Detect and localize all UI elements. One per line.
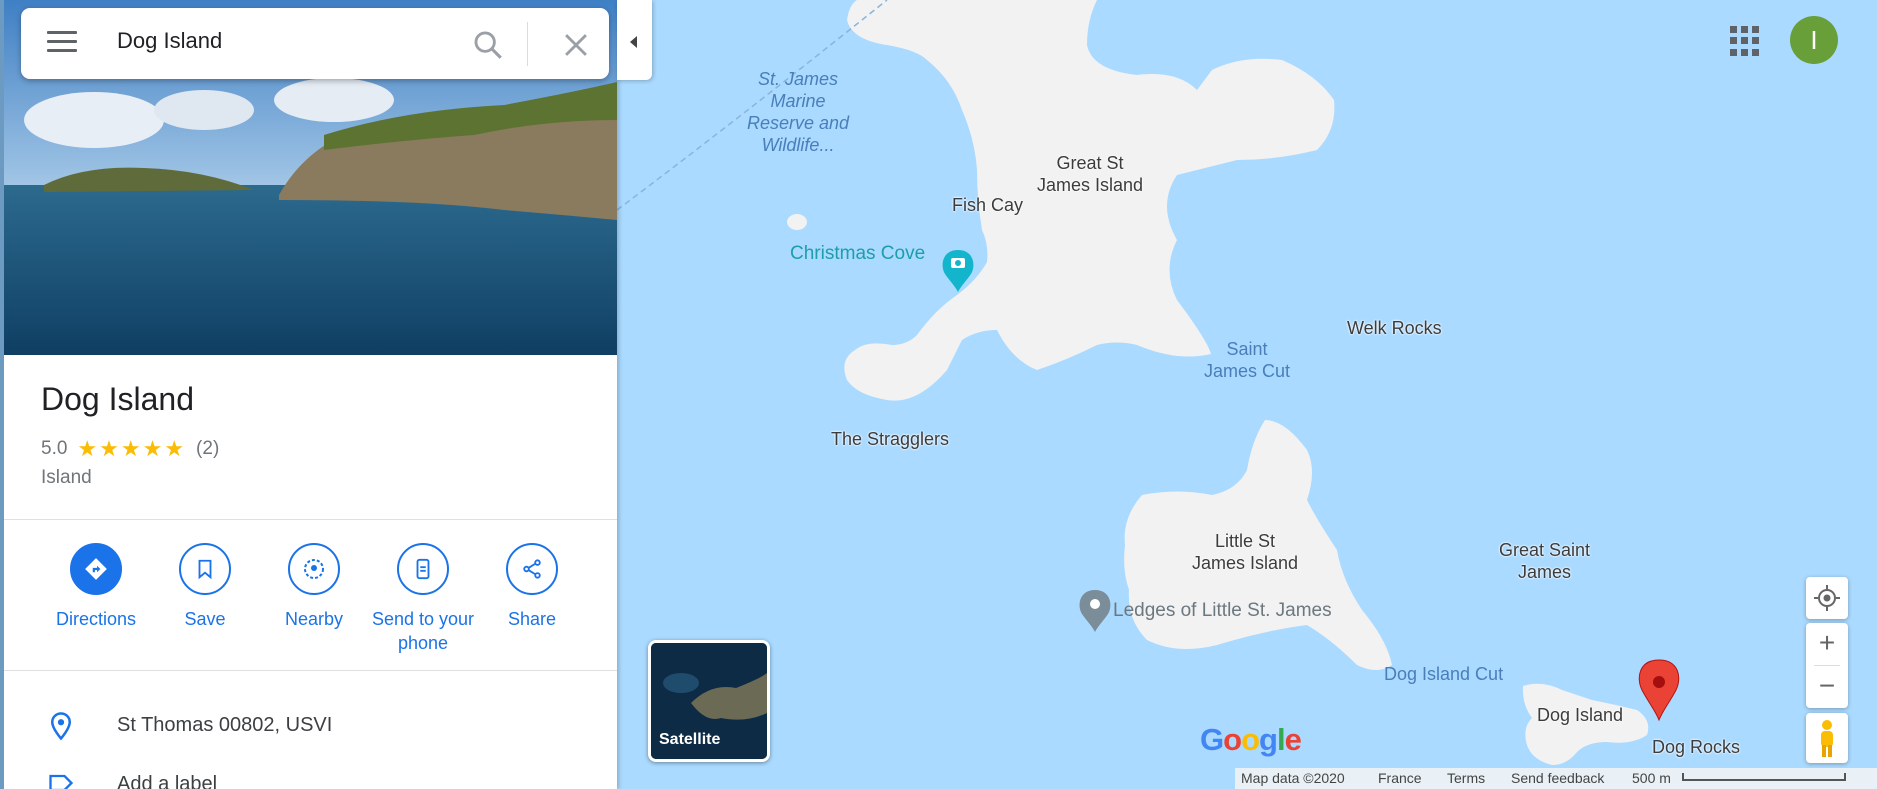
zoom-control: + − bbox=[1806, 623, 1848, 708]
zoom-out-button[interactable]: − bbox=[1806, 666, 1848, 708]
map-label-christmas-cove[interactable]: Christmas Cove bbox=[790, 243, 925, 265]
map-data-text: Map data ©2020 bbox=[1241, 770, 1345, 786]
dog-island-pin-icon[interactable] bbox=[1638, 659, 1680, 722]
search-input[interactable]: Dog Island bbox=[117, 28, 222, 54]
send-feedback-link[interactable]: Send feedback bbox=[1511, 770, 1604, 786]
fish-cay-shape bbox=[787, 214, 807, 230]
place-panel: Dog Island Dog Island 5.0 ★★★★★ (2) Isla… bbox=[0, 0, 617, 789]
menu-icon[interactable] bbox=[47, 31, 77, 57]
rating-stars-icon: ★★★★★ bbox=[77, 436, 187, 461]
rating-value: 5.0 bbox=[41, 438, 68, 459]
divider bbox=[4, 670, 617, 671]
map-label-stragglers[interactable]: The Stragglers bbox=[831, 428, 949, 450]
nearby-button[interactable]: Nearby bbox=[259, 543, 369, 631]
label-icon bbox=[49, 774, 74, 789]
add-label-row[interactable]: Add a label bbox=[4, 755, 617, 789]
map-label-ledges[interactable]: Ledges of Little St. James bbox=[1113, 600, 1332, 622]
map-label-dog-island-cut: Dog Island Cut bbox=[1384, 664, 1504, 684]
divider bbox=[4, 519, 617, 520]
search-divider bbox=[527, 22, 528, 66]
scale-label[interactable]: 500 m bbox=[1632, 770, 1671, 786]
map-label-great-st-james[interactable]: Great St James Island bbox=[1037, 152, 1143, 196]
zoom-in-button[interactable]: + bbox=[1806, 623, 1848, 665]
nearby-label: Nearby bbox=[284, 609, 344, 629]
nearby-icon bbox=[304, 559, 324, 579]
send-to-phone-icon bbox=[416, 558, 430, 580]
address-row[interactable]: St Thomas 00802, USVI bbox=[4, 696, 617, 756]
google-logo: Google bbox=[1200, 722, 1302, 757]
review-count[interactable]: (2) bbox=[196, 438, 219, 460]
map-label-great-saint-james[interactable]: Great Saint James bbox=[1499, 539, 1590, 583]
directions-label: Directions bbox=[55, 609, 137, 629]
my-location-button[interactable] bbox=[1806, 577, 1848, 619]
bookmark-icon bbox=[198, 559, 212, 580]
map-label-marine-reserve: St. James Marine Reserve and Wildlife... bbox=[747, 69, 850, 155]
map-label-welk-rocks[interactable]: Welk Rocks bbox=[1347, 317, 1442, 339]
satellite-layer-button[interactable]: Satellite bbox=[648, 640, 770, 762]
crosshair-icon bbox=[1814, 585, 1840, 611]
place-title: Dog Island bbox=[41, 381, 194, 417]
search-box[interactable]: Dog Island bbox=[21, 8, 609, 79]
scale-bar[interactable] bbox=[1682, 773, 1846, 781]
map-label-dog-rocks[interactable]: Dog Rocks bbox=[1652, 736, 1740, 758]
send-to-phone-button[interactable]: Send to your phone bbox=[368, 543, 478, 655]
add-label-text: Add a label bbox=[117, 773, 218, 789]
chevron-left-icon bbox=[630, 36, 637, 48]
address-text: St Thomas 00802, USVI bbox=[117, 714, 333, 736]
street-view-pegman[interactable] bbox=[1806, 713, 1848, 763]
pegman-icon bbox=[1821, 720, 1833, 757]
close-icon[interactable] bbox=[559, 28, 593, 62]
share-button[interactable]: Share bbox=[477, 543, 587, 631]
map-label-saint-james-cut: Saint James Cut bbox=[1204, 339, 1291, 381]
map-label-dog-island[interactable]: Dog Island bbox=[1537, 704, 1623, 726]
place-rating[interactable]: 5.0 ★★★★★ (2) bbox=[41, 436, 219, 462]
directions-button[interactable]: Directions bbox=[41, 543, 151, 631]
save-label: Save bbox=[184, 609, 226, 629]
directions-icon bbox=[85, 558, 107, 580]
terms-link[interactable]: Terms bbox=[1447, 770, 1485, 786]
map-canvas[interactable]: St. James Marine Reserve and Wildlife...… bbox=[617, 0, 1877, 789]
satellite-label: Satellite bbox=[659, 731, 721, 748]
avatar[interactable]: I bbox=[1790, 16, 1838, 64]
share-icon bbox=[523, 559, 541, 579]
map-label-fish-cay[interactable]: Fish Cay bbox=[952, 194, 1023, 216]
collapse-panel-button[interactable] bbox=[617, 0, 652, 80]
region-link[interactable]: France bbox=[1378, 770, 1422, 786]
apps-grid-icon[interactable] bbox=[1730, 26, 1760, 56]
send-to-phone-label: Send to your phone bbox=[371, 609, 475, 653]
search-icon[interactable] bbox=[471, 28, 505, 62]
ledges-poi-icon[interactable] bbox=[1079, 590, 1111, 632]
place-category[interactable]: Island bbox=[41, 467, 92, 489]
map-label-little-st-james[interactable]: Little St James Island bbox=[1192, 530, 1298, 574]
save-button[interactable]: Save bbox=[150, 543, 260, 631]
location-pin-icon bbox=[50, 712, 72, 741]
share-label: Share bbox=[507, 609, 557, 629]
